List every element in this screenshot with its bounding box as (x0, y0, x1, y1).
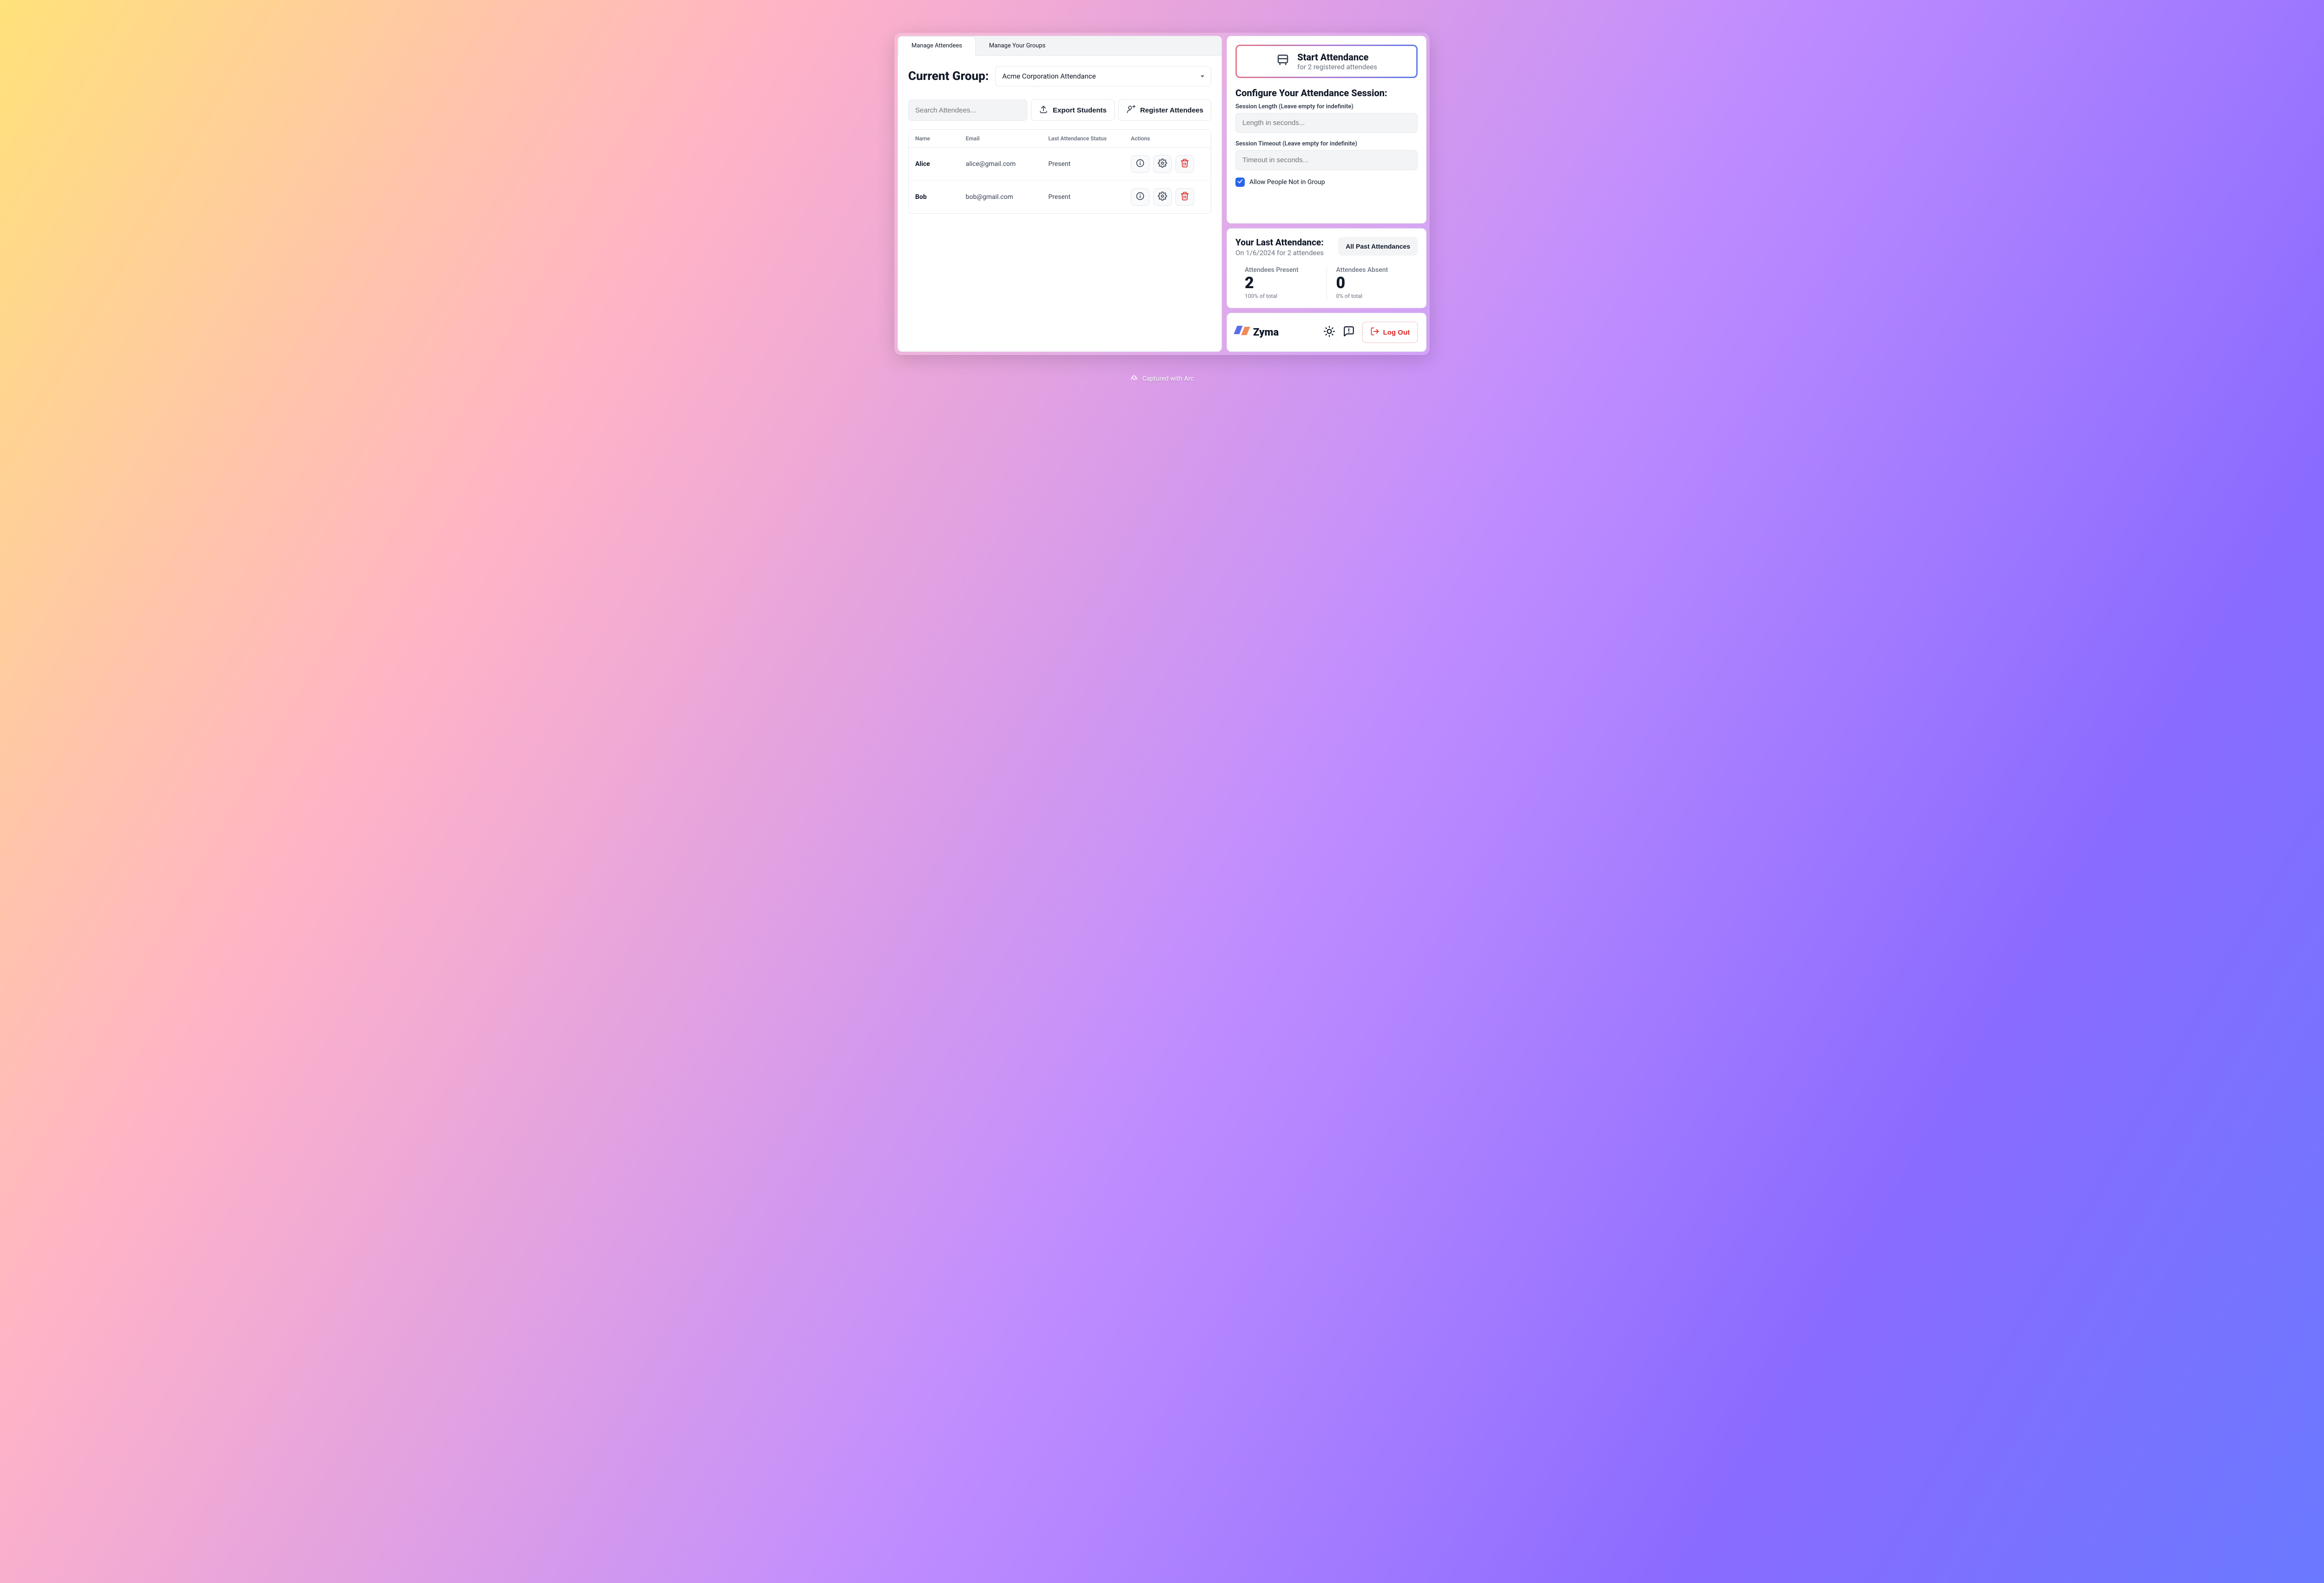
brand-icon (1235, 326, 1248, 339)
check-icon (1237, 178, 1243, 186)
present-label: Attendees Present (1245, 266, 1317, 274)
length-label: Session Length (Leave empty for indefini… (1235, 103, 1418, 110)
settings-button[interactable] (1153, 188, 1172, 206)
footer-card: Zyma Log Out (1227, 313, 1426, 352)
start-title: Start Attendance (1297, 52, 1377, 63)
trash-icon (1180, 158, 1189, 170)
attendees-table: Name Email Last Attendance Status Action… (908, 129, 1211, 214)
arc-icon (1130, 374, 1138, 384)
arc-label: Captured with Arc (1142, 375, 1194, 383)
tab-manage-attendees[interactable]: Manage Attendees (898, 36, 976, 56)
col-name: Name (915, 135, 966, 142)
all-past-attendances-button[interactable]: All Past Attendances (1338, 237, 1418, 256)
session-length-input[interactable] (1235, 113, 1418, 133)
info-icon (1136, 191, 1145, 203)
col-status: Last Attendance Status (1048, 135, 1131, 142)
feedback-button[interactable] (1343, 325, 1355, 339)
info-icon (1136, 158, 1145, 170)
search-input[interactable] (908, 99, 1027, 121)
register-attendees-label: Register Attendees (1140, 106, 1203, 114)
last-title: Your Last Attendance: (1235, 237, 1324, 248)
group-select[interactable]: Acme Corporation Attendance (995, 66, 1211, 86)
gear-icon (1158, 191, 1167, 203)
chevron-down-icon (1201, 75, 1204, 78)
logout-icon (1370, 327, 1380, 338)
theme-toggle[interactable] (1323, 325, 1335, 339)
export-students-label: Export Students (1053, 106, 1107, 114)
row-status: Present (1048, 193, 1131, 201)
allow-outsiders-label: Allow People Not in Group (1249, 178, 1325, 186)
row-name: Alice (915, 160, 966, 168)
present-value: 2 (1245, 275, 1317, 292)
absent-pct: 0% of total (1336, 293, 1409, 299)
register-attendees-button[interactable]: Register Attendees (1118, 99, 1211, 121)
bus-icon (1276, 53, 1290, 69)
allow-outsiders-checkbox[interactable] (1235, 178, 1245, 187)
delete-button[interactable] (1175, 155, 1194, 173)
current-group-label: Current Group: (908, 69, 989, 83)
export-students-button[interactable]: Export Students (1031, 99, 1115, 121)
settings-button[interactable] (1153, 155, 1172, 173)
absent-label: Attendees Absent (1336, 266, 1409, 274)
info-button[interactable] (1131, 155, 1149, 173)
attendees-panel: Manage Attendees Manage Your Groups Curr… (898, 36, 1222, 352)
sun-icon (1323, 325, 1335, 337)
last-subtitle: On 1/6/2024 for 2 attendees (1235, 249, 1324, 257)
configure-heading: Configure Your Attendance Session: (1235, 87, 1418, 99)
table-row: Bob bob@gmail.com Present (909, 181, 1211, 213)
col-actions: Actions (1131, 135, 1204, 142)
delete-button[interactable] (1175, 188, 1194, 206)
message-alert-icon (1343, 325, 1355, 337)
timeout-label: Session Timeout (Leave empty for indefin… (1235, 140, 1418, 147)
captured-with-arc: Captured with Arc (1130, 374, 1194, 384)
row-email: bob@gmail.com (966, 193, 1049, 201)
last-attendance-card: Your Last Attendance: On 1/6/2024 for 2 … (1227, 228, 1426, 308)
start-attendance-button[interactable]: Start Attendance for 2 registered attend… (1235, 45, 1418, 78)
logout-label: Log Out (1383, 329, 1410, 336)
user-plus-icon (1126, 105, 1136, 116)
group-select-value: Acme Corporation Attendance (1002, 72, 1096, 80)
trash-icon (1180, 191, 1189, 203)
start-subtitle: for 2 registered attendees (1297, 63, 1377, 71)
row-status: Present (1048, 160, 1131, 168)
row-name: Bob (915, 193, 966, 201)
gear-icon (1158, 158, 1167, 170)
tabs: Manage Attendees Manage Your Groups (898, 36, 1221, 56)
info-button[interactable] (1131, 188, 1149, 206)
upload-icon (1039, 105, 1048, 116)
tab-manage-groups[interactable]: Manage Your Groups (976, 36, 1059, 55)
brand: Zyma (1235, 326, 1279, 339)
session-card: Start Attendance for 2 registered attend… (1227, 36, 1426, 224)
present-pct: 100% of total (1245, 293, 1317, 299)
col-email: Email (966, 135, 1049, 142)
session-timeout-input[interactable] (1235, 150, 1418, 170)
logout-button[interactable]: Log Out (1362, 322, 1418, 343)
absent-value: 0 (1336, 275, 1409, 292)
brand-name: Zyma (1253, 327, 1279, 338)
row-email: alice@gmail.com (966, 160, 1049, 168)
table-row: Alice alice@gmail.com Present (909, 148, 1211, 181)
